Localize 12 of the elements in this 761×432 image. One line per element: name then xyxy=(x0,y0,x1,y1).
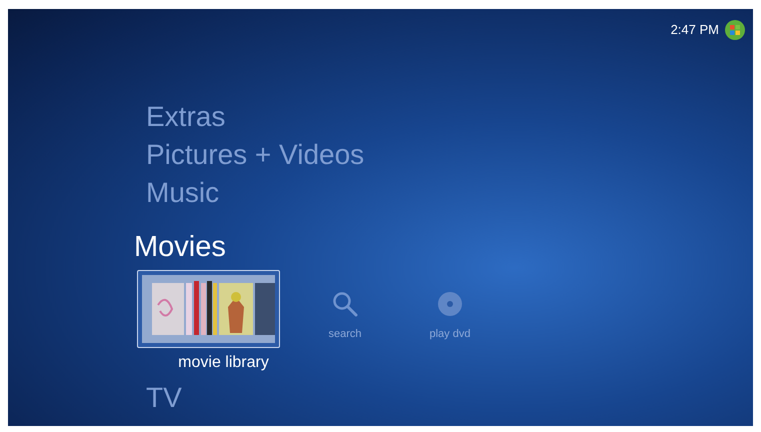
menu-category[interactable]: Pictures + Videos xyxy=(146,136,364,174)
menu-category[interactable]: Extras xyxy=(146,98,226,136)
tile-label: movie library xyxy=(178,353,269,373)
dvd-tile[interactable]: play dvd xyxy=(410,270,490,348)
start-orb-icon[interactable] xyxy=(725,20,745,40)
clock-text: 2:47 PM xyxy=(670,21,719,40)
disc-icon xyxy=(437,291,463,317)
menu-category[interactable]: Music xyxy=(146,174,220,212)
menu-category[interactable]: TV xyxy=(146,379,182,417)
menu-category[interactable]: Movies xyxy=(134,228,226,266)
search-icon xyxy=(332,291,358,317)
search-tile[interactable]: search xyxy=(305,270,385,348)
